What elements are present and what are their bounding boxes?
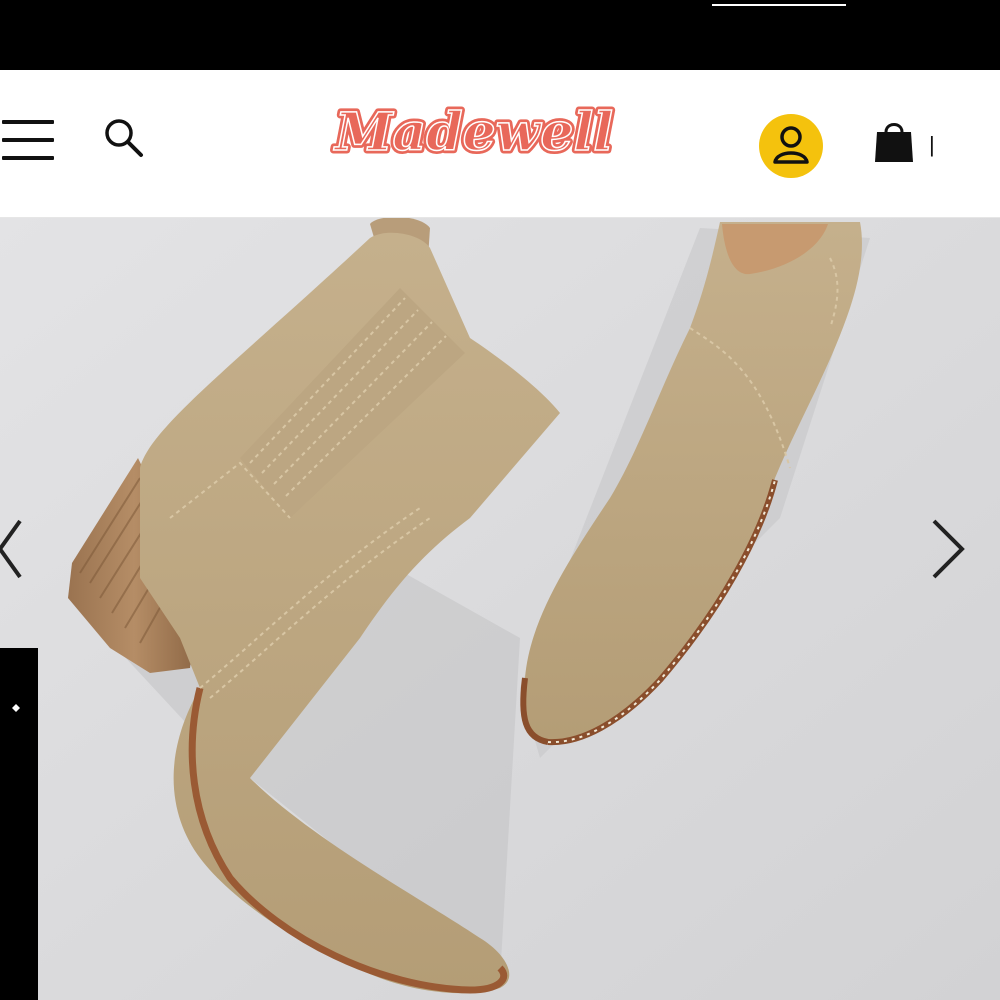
previous-image-button[interactable] bbox=[0, 513, 32, 585]
logo-wordmark: Madewell Madewell bbox=[329, 99, 616, 167]
shopping-bag-icon bbox=[875, 123, 913, 162]
sparkle-icon bbox=[12, 704, 20, 712]
hamburger-line bbox=[2, 138, 54, 142]
next-image-button[interactable] bbox=[924, 513, 972, 585]
site-header: Madewell Madewell | bbox=[0, 70, 1000, 218]
chevron-left-icon bbox=[0, 519, 22, 579]
promo-bar bbox=[0, 0, 1000, 70]
product-photo bbox=[0, 218, 1000, 1000]
chevron-right-icon bbox=[932, 519, 965, 579]
bag-count: | bbox=[929, 132, 935, 157]
shopping-bag-button[interactable] bbox=[872, 118, 916, 164]
product-image-gallery[interactable] bbox=[0, 218, 1000, 1000]
logo-text: Madewell bbox=[333, 102, 613, 163]
search-icon bbox=[105, 119, 143, 157]
side-promo-tab[interactable] bbox=[0, 648, 38, 1000]
account-button[interactable] bbox=[759, 114, 823, 178]
menu-button[interactable] bbox=[0, 118, 56, 164]
hamburger-menu-icon bbox=[2, 120, 54, 124]
hamburger-line bbox=[2, 156, 54, 160]
promo-link[interactable] bbox=[712, 0, 846, 6]
user-icon bbox=[773, 126, 809, 164]
madewell-logo[interactable]: Madewell Madewell bbox=[322, 92, 626, 178]
search-button[interactable] bbox=[100, 114, 146, 160]
